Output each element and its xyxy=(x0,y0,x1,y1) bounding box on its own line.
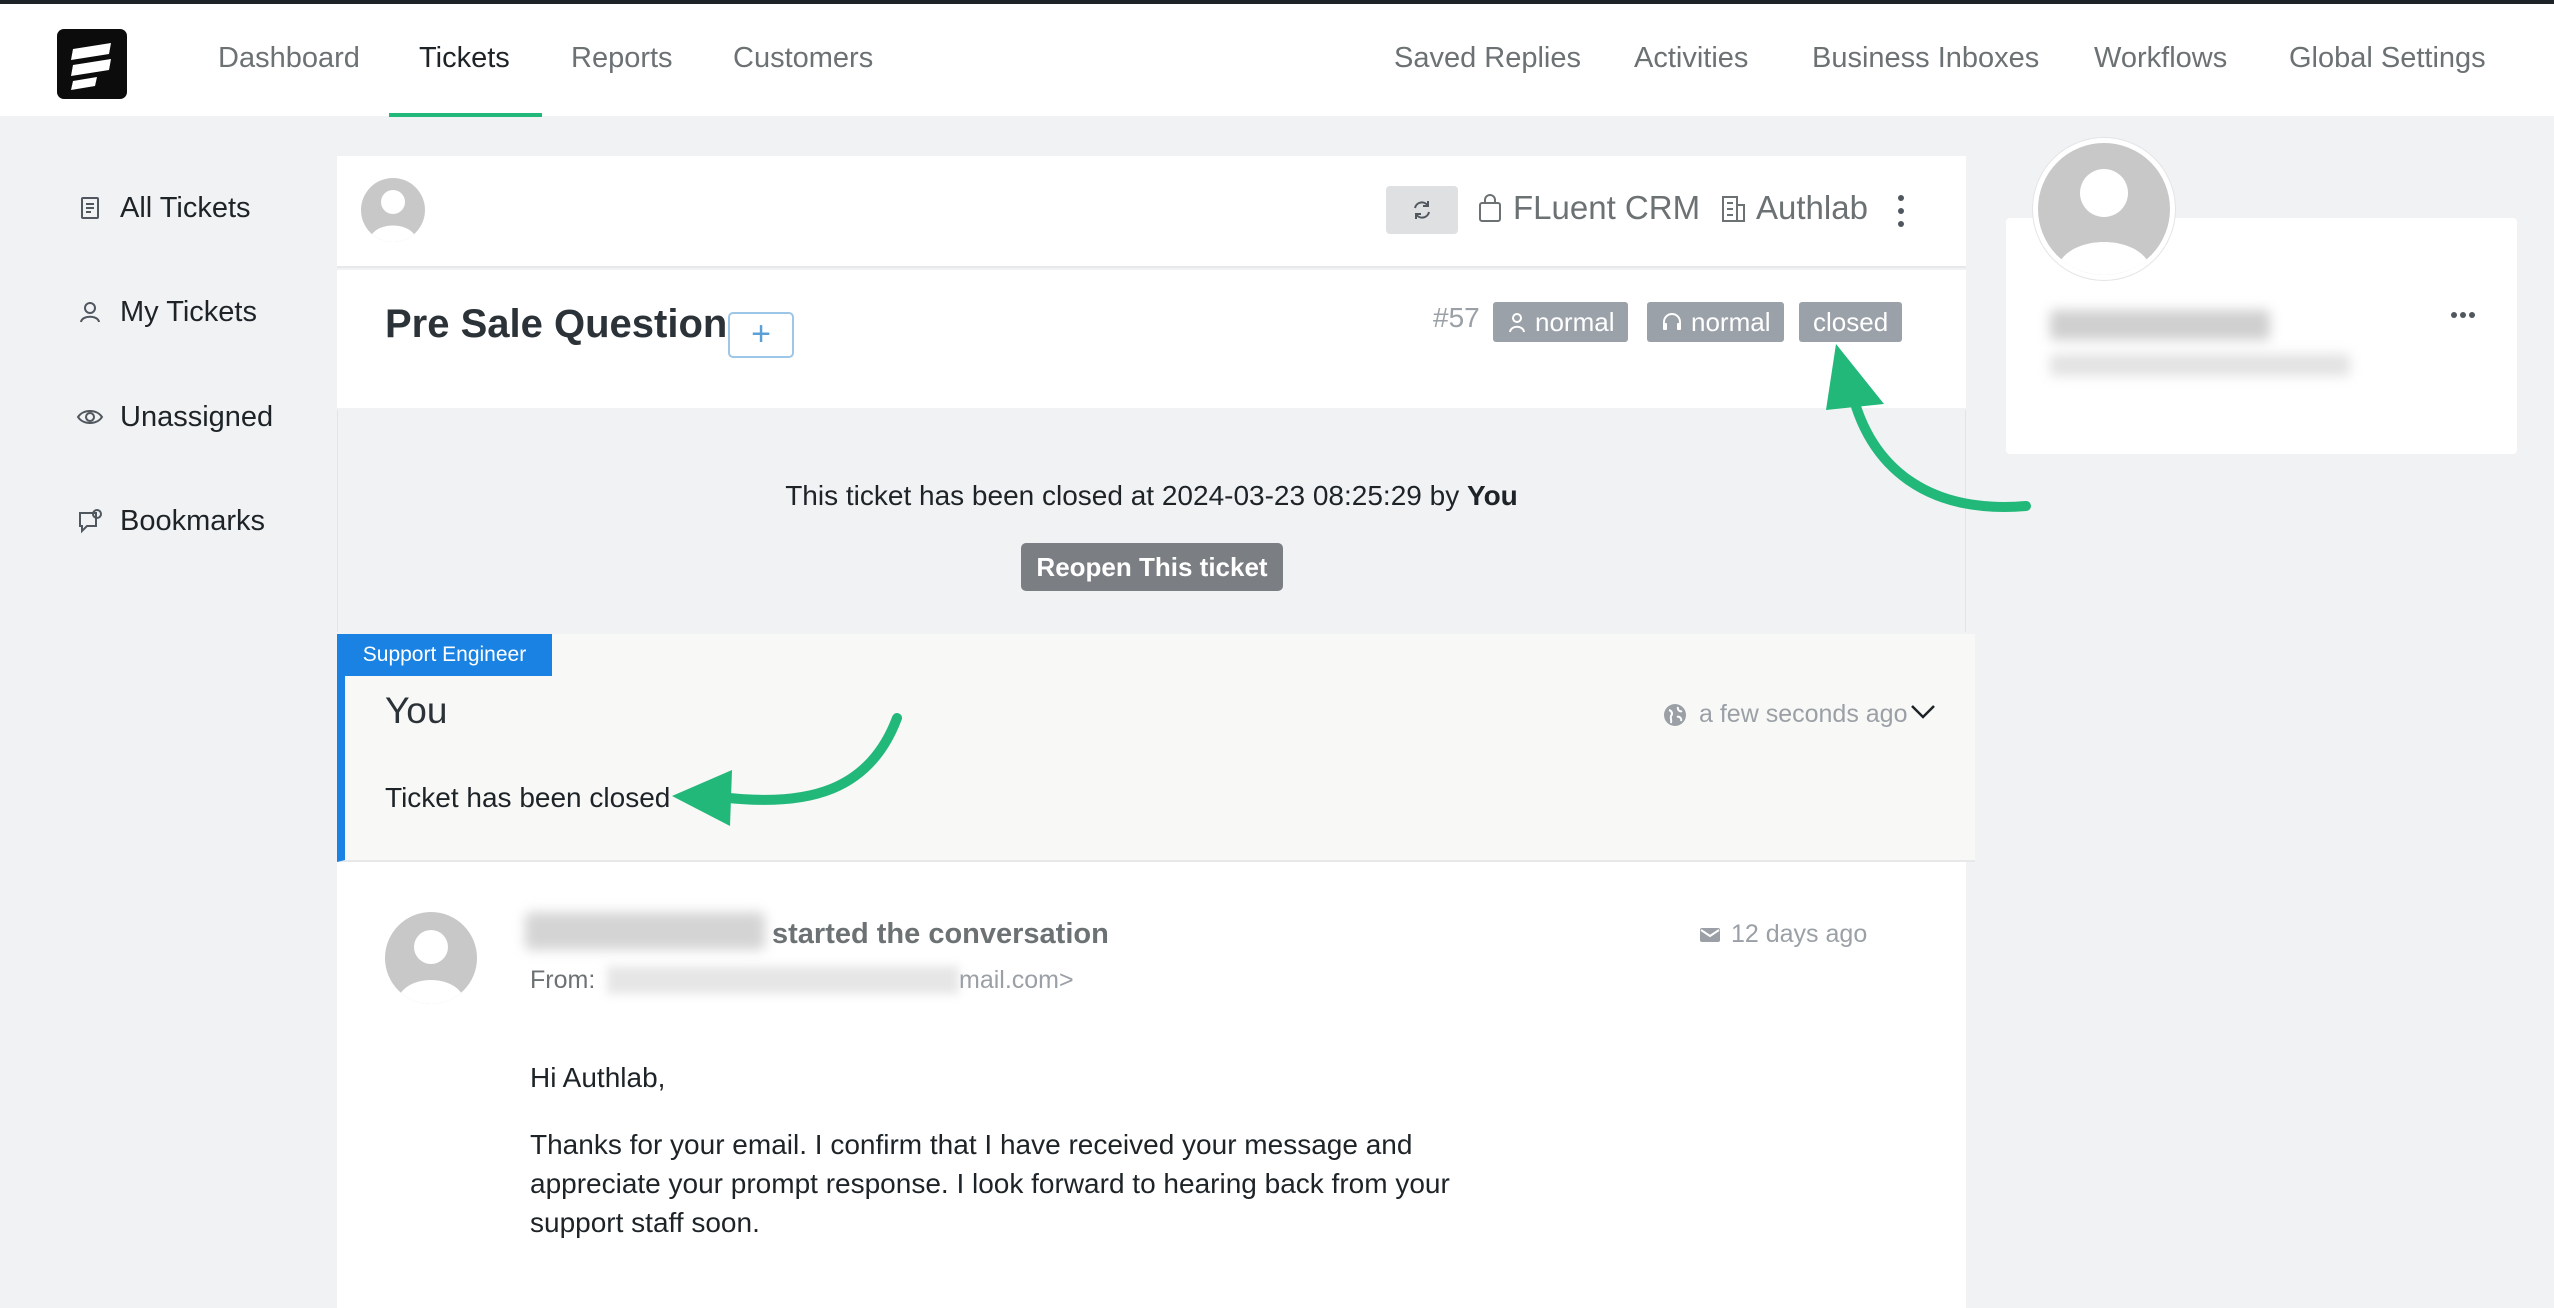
conversation-action: started the conversation xyxy=(772,918,1109,950)
role-badge: Support Engineer xyxy=(337,634,552,676)
profile-name-redacted xyxy=(2050,310,2270,340)
ticket-number: #57 xyxy=(1433,302,1480,333)
closed-message: This ticket has been closed at 2024-03-2… xyxy=(338,480,1965,512)
nav-tickets[interactable]: Tickets xyxy=(419,4,510,116)
app-logo[interactable] xyxy=(57,29,127,99)
eye-icon xyxy=(76,410,104,424)
user-avatar-icon xyxy=(397,930,465,1004)
sidebar-item-label: My Tickets xyxy=(120,295,257,328)
reply-card: Support Engineer You a few seconds ago T… xyxy=(337,634,1975,862)
more-options-icon[interactable] xyxy=(1893,186,1909,236)
sidebar-item-my-tickets[interactable]: My Tickets xyxy=(76,287,257,337)
ticket-toolbar: FLuent CRM Authlab xyxy=(337,156,1966,268)
bookmark-icon xyxy=(79,509,102,534)
badge-label: closed xyxy=(1813,307,1889,337)
envelope-icon xyxy=(1700,927,1720,942)
product-link[interactable]: FLuent CRM xyxy=(1477,178,1700,238)
sync-button[interactable] xyxy=(1386,186,1458,234)
conversation-card: started the conversation From: mail.com>… xyxy=(337,862,1966,1308)
avatar xyxy=(385,912,477,1004)
ticket-title-card: Pre Sale Question + #57 normal normal cl… xyxy=(337,270,1966,408)
user-avatar-icon xyxy=(2056,169,2152,275)
globe-icon xyxy=(1664,703,1686,726)
user-icon xyxy=(1509,313,1525,333)
business-link[interactable]: Authlab xyxy=(1720,178,1868,238)
status-badge: closed xyxy=(1799,302,1903,342)
from-label: From: xyxy=(530,966,596,994)
avatar xyxy=(361,178,425,242)
business-name: Authlab xyxy=(1756,189,1868,226)
client-priority-badge: normal xyxy=(1493,302,1629,342)
conversation-timestamp: 12 days ago xyxy=(1699,920,1867,949)
message-body: Thanks for your email. I confirm that I … xyxy=(530,1129,1450,1238)
user-icon xyxy=(80,302,100,323)
nav-customers[interactable]: Customers xyxy=(733,4,873,116)
reply-time-text: a few seconds ago xyxy=(1699,700,1908,728)
conversation-time-text: 12 days ago xyxy=(1731,920,1868,948)
nav-business-inboxes[interactable]: Business Inboxes xyxy=(1812,4,2039,116)
reply-timestamp: a few seconds ago xyxy=(1663,700,1907,729)
sidebar-item-label: Bookmarks xyxy=(120,504,266,537)
sidebar-item-bookmarks[interactable]: Bookmarks xyxy=(76,496,265,546)
add-tag-button[interactable]: + xyxy=(728,312,794,358)
customer-email-redacted xyxy=(607,966,959,994)
headset-icon xyxy=(1663,313,1681,330)
message-greeting: Hi Authlab, xyxy=(530,1062,666,1093)
nav-dashboard[interactable]: Dashboard xyxy=(218,4,360,116)
building-icon xyxy=(1722,196,1745,222)
nav-activities[interactable]: Activities xyxy=(1634,4,1748,116)
reply-author: You xyxy=(385,690,448,731)
sidebar-item-unassigned[interactable]: Unassigned xyxy=(76,392,273,442)
badge-label: normal xyxy=(1691,307,1771,337)
product-name: FLuent CRM xyxy=(1513,189,1701,226)
nav-saved-replies[interactable]: Saved Replies xyxy=(1394,4,1581,116)
nav-global-settings[interactable]: Global Settings xyxy=(2289,4,2486,116)
badge-label: normal xyxy=(1535,307,1615,337)
email-tail: mail.com> xyxy=(959,966,1074,994)
sidebar-item-all-tickets[interactable]: All Tickets xyxy=(76,183,251,233)
reply-body: Ticket has been closed xyxy=(385,782,671,813)
closed-message-text: This ticket has been closed at 2024-03-2… xyxy=(785,480,1460,511)
document-icon xyxy=(81,197,99,219)
shopping-bag-icon xyxy=(1479,194,1501,222)
nav-reports[interactable]: Reports xyxy=(571,4,673,116)
refresh-icon xyxy=(1414,201,1430,219)
more-horizontal-icon[interactable] xyxy=(2450,310,2476,320)
closed-by: You xyxy=(1466,480,1518,511)
sidebar-item-label: All Tickets xyxy=(120,191,251,224)
page-title: Pre Sale Question xyxy=(385,302,728,346)
nav-workflows[interactable]: Workflows xyxy=(2094,4,2227,116)
closed-notice: This ticket has been closed at 2024-03-2… xyxy=(337,410,1966,632)
user-avatar-icon xyxy=(369,190,417,242)
active-tab-indicator xyxy=(389,113,542,117)
logo-icon xyxy=(71,43,111,90)
customer-name-redacted xyxy=(525,912,765,950)
top-navigation: Dashboard Tickets Reports Customers Save… xyxy=(0,4,2554,117)
profile-avatar xyxy=(2033,138,2175,280)
reopen-button[interactable]: Reopen This ticket xyxy=(1021,543,1283,591)
chevron-down-icon[interactable] xyxy=(1910,704,1936,720)
profile-email-redacted xyxy=(2050,354,2350,376)
sidebar-item-label: Unassigned xyxy=(120,400,274,433)
agent-priority-badge: normal xyxy=(1647,302,1785,342)
